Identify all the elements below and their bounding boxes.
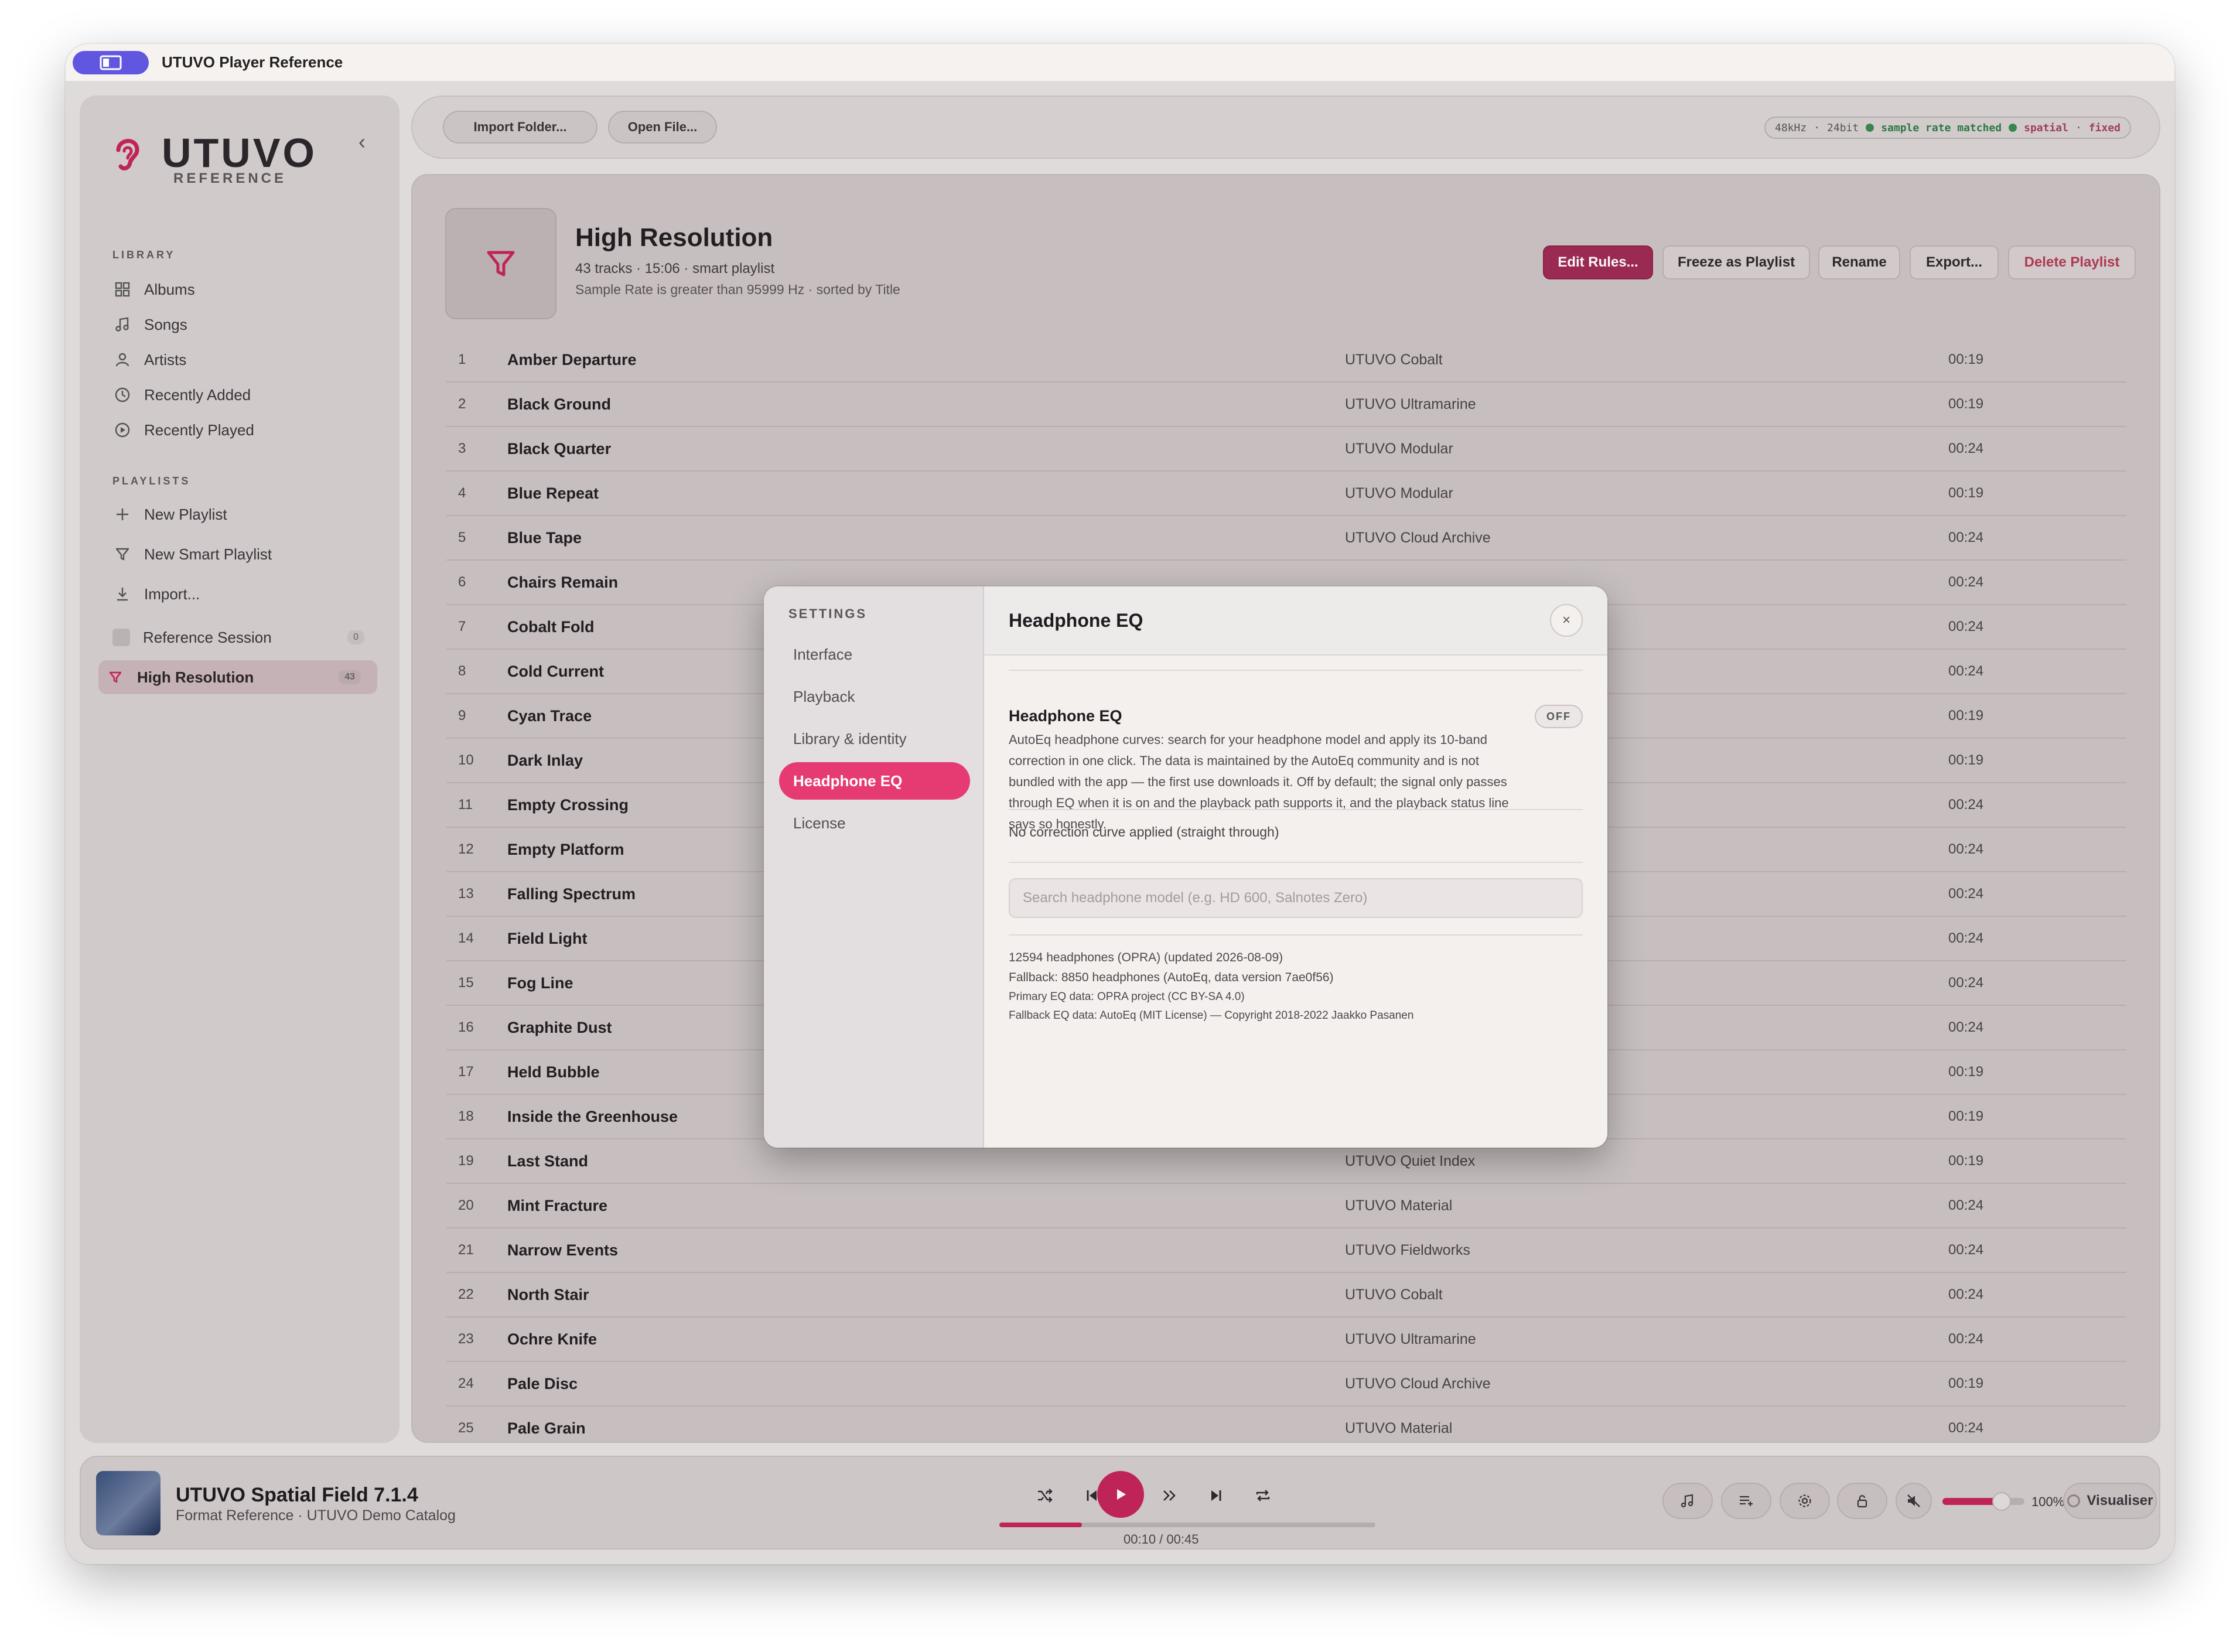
divider — [1009, 934, 1583, 936]
settings-tab-headphone-eq[interactable]: Headphone EQ — [779, 762, 970, 800]
primary-credit: Primary EQ data: OPRA project (CC BY-SA … — [1009, 991, 1245, 1003]
settings-panel-title: Headphone EQ — [1009, 610, 1143, 631]
settings-dialog: SETTINGS Interface Playback Library & id… — [764, 586, 1607, 1148]
headphone-eq-description: AutoEq headphone curves: search for your… — [1009, 732, 1509, 831]
settings-label: SETTINGS — [788, 606, 868, 621]
app-switcher-button[interactable] — [73, 50, 149, 74]
headphone-eq-toggle[interactable]: OFF — [1535, 705, 1583, 728]
headphone-eq-heading: Headphone EQ — [1009, 707, 1122, 725]
divider — [1009, 809, 1583, 810]
settings-tab-library-identity[interactable]: Library & identity — [779, 720, 970, 757]
divider — [1009, 862, 1583, 863]
fallback-credit: Fallback EQ data: AutoEq (MIT License) —… — [1009, 1009, 1414, 1022]
settings-tab-playback[interactable]: Playback — [779, 678, 970, 715]
settings-header: Headphone EQ × — [984, 586, 1607, 656]
settings-tab-license[interactable]: License — [779, 804, 970, 842]
app-window: UTUVO Player Reference UTUVO REFERENCE ‹… — [66, 44, 2174, 1564]
title-bar: UTUVO Player Reference — [66, 44, 2174, 82]
database-fallback-status: Fallback: 8850 headphones (AutoEq, data … — [1009, 971, 1334, 984]
window-icon — [100, 55, 122, 70]
headphone-eq-panel: Headphone EQ OFF AutoEq headphone curves… — [984, 656, 1607, 1148]
window-title: UTUVO Player Reference — [162, 53, 343, 71]
divider — [1009, 670, 1583, 671]
close-button[interactable]: × — [1550, 604, 1583, 637]
database-primary-status: 12594 headphones (OPRA) (updated 2026-08… — [1009, 951, 1283, 964]
curve-status: No correction curve applied (straight th… — [1009, 824, 1279, 839]
settings-sidebar: SETTINGS Interface Playback Library & id… — [764, 586, 984, 1148]
settings-tab-interface[interactable]: Interface — [779, 636, 970, 673]
headphone-search-input[interactable] — [1009, 878, 1583, 918]
